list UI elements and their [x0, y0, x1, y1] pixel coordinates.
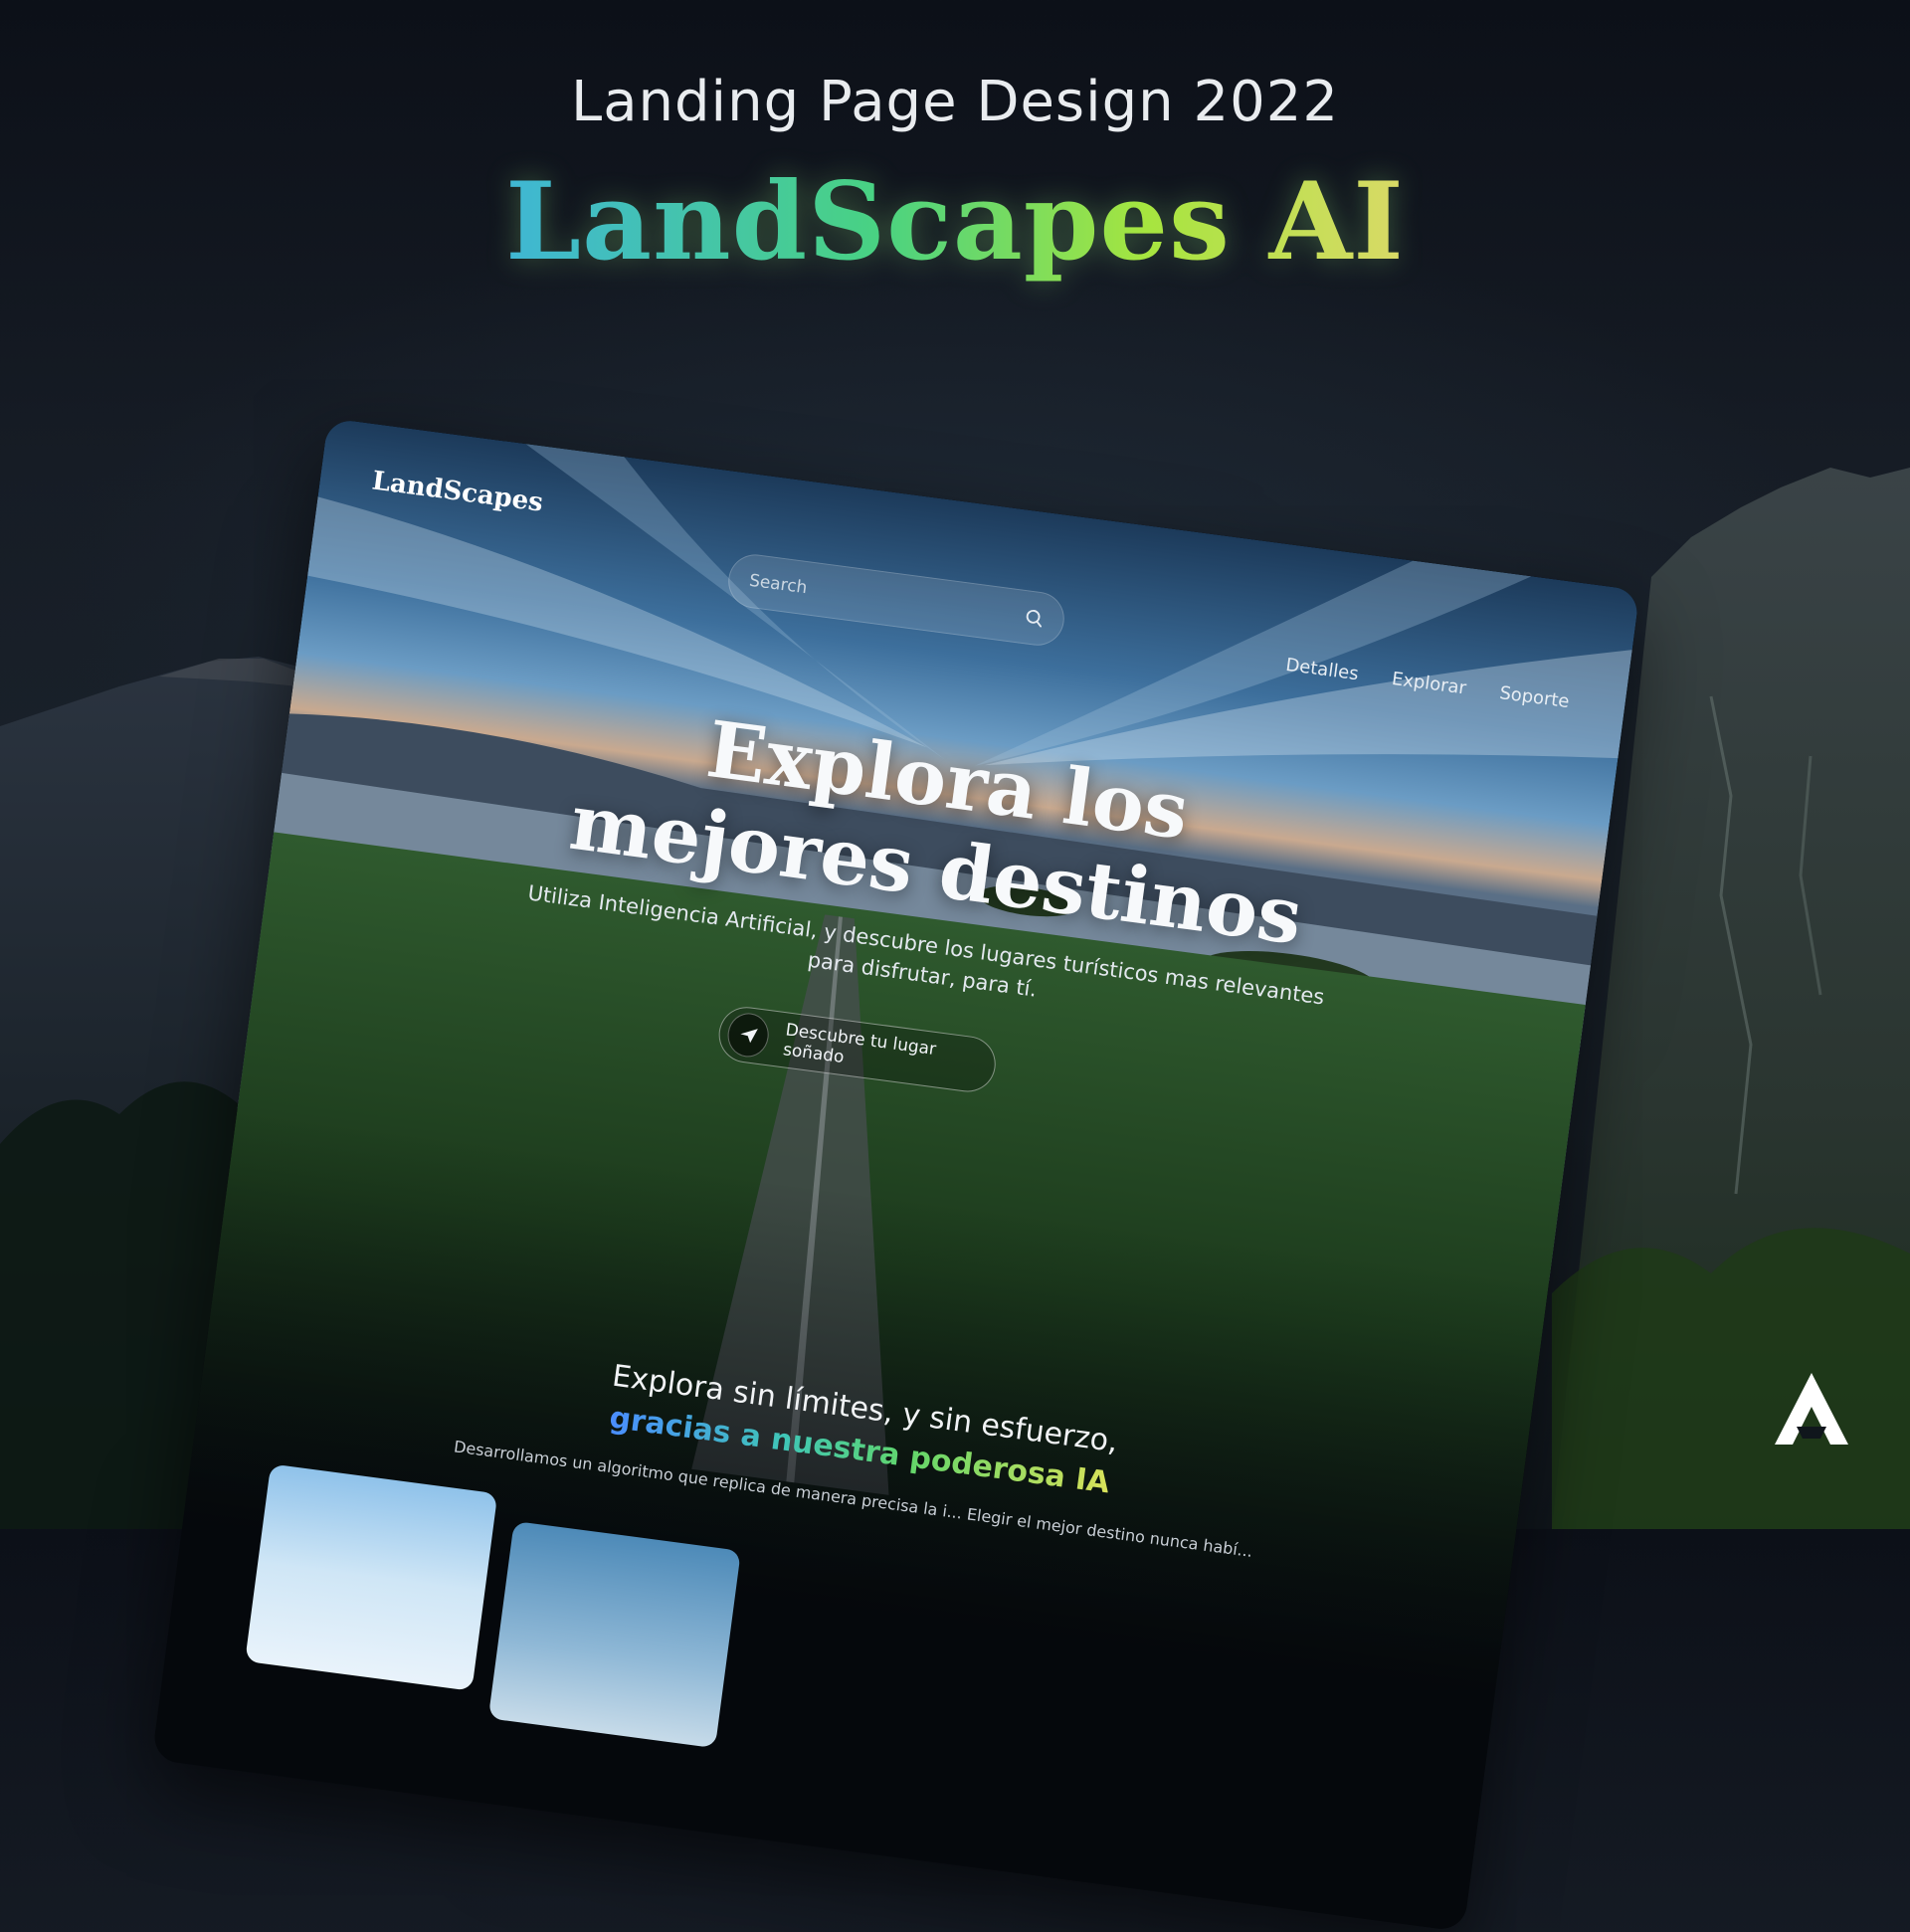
destination-card-image[interactable] [245, 1463, 498, 1691]
header-title: LandScapes AI [0, 159, 1910, 285]
destination-card-image[interactable] [487, 1520, 741, 1749]
landing-page-mockup: LandScapes Detalles Explorar Soporte Exp… [151, 418, 1640, 1932]
hero-background [151, 418, 1640, 1932]
author-logo-icon [1775, 1373, 1848, 1445]
paper-plane-icon [724, 1010, 772, 1060]
header-subtitle: Landing Page Design 2022 [571, 70, 1339, 134]
search-icon[interactable] [1022, 606, 1047, 631]
